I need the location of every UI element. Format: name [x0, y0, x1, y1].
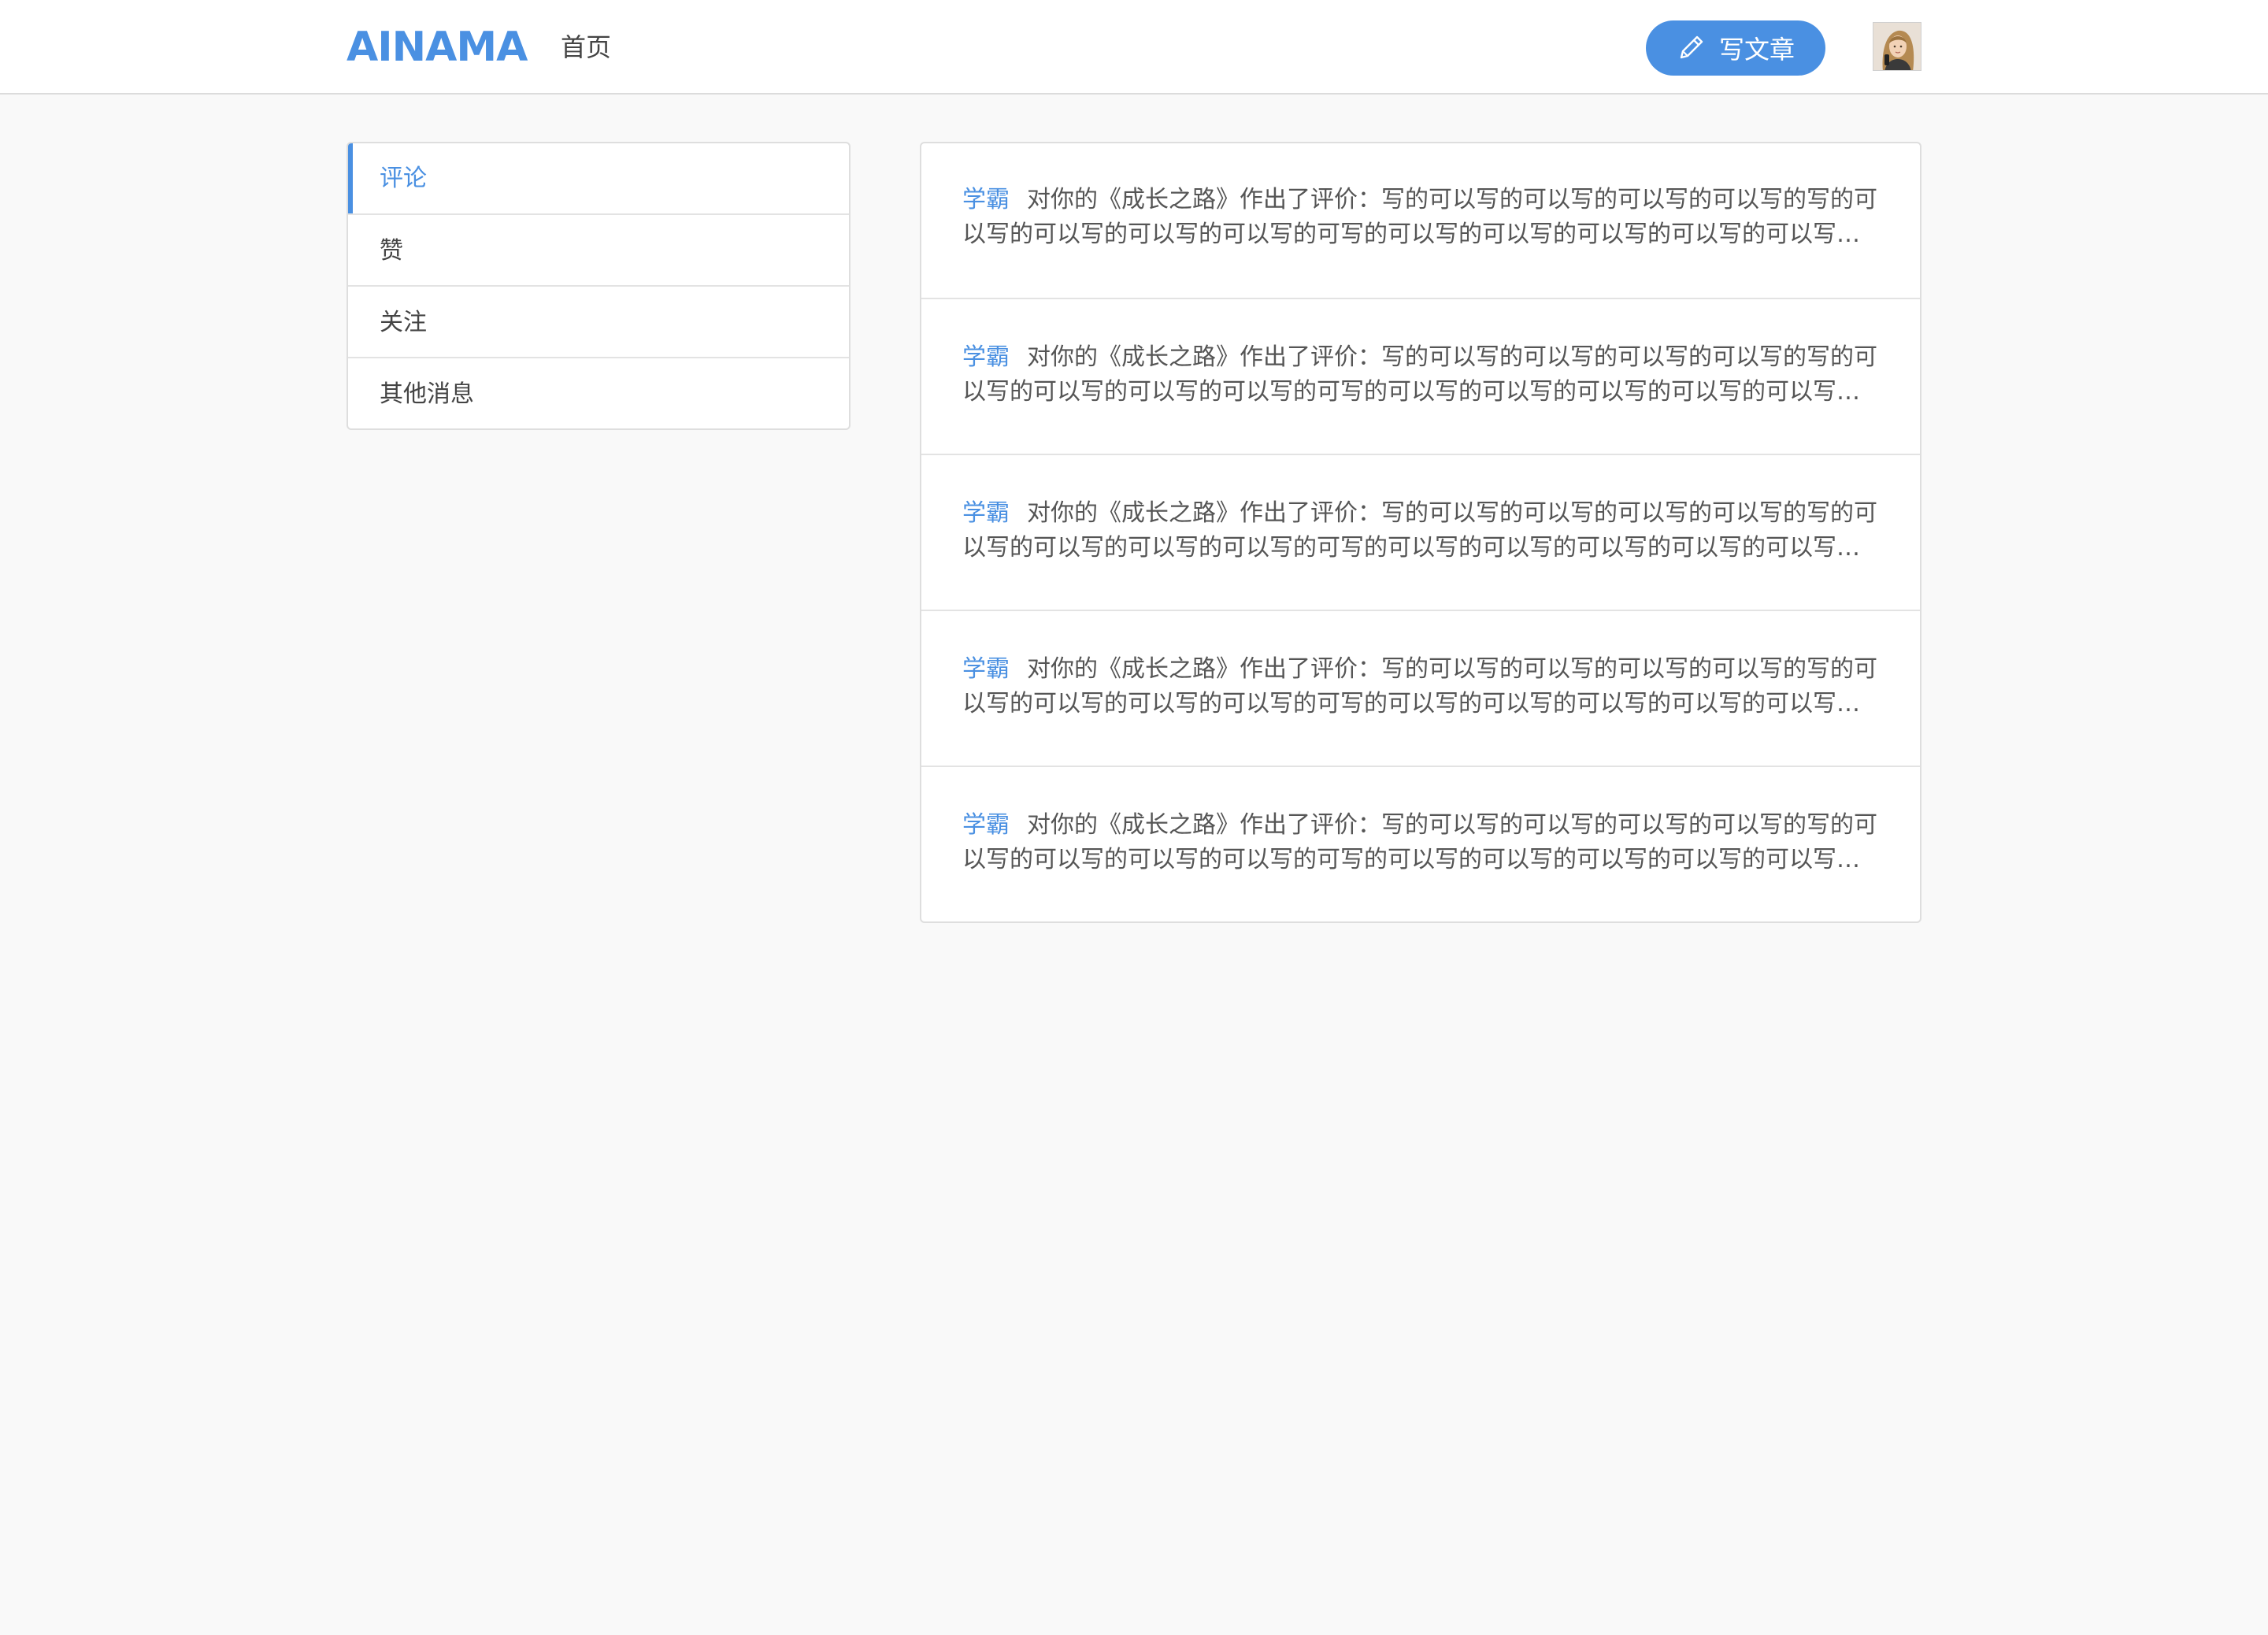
- sidebar-item-likes[interactable]: 赞: [348, 213, 849, 285]
- top-navbar: AINAMA 首页 写文章: [0, 0, 2268, 95]
- nav-home-link[interactable]: 首页: [561, 25, 611, 69]
- site-logo[interactable]: AINAMA: [346, 24, 528, 71]
- message-text: 学霸 对你的《成长之路》作出了评价：写的可以写的可以写的可以写的可以写的写的可以写…: [962, 496, 1881, 565]
- message-user-link[interactable]: 学霸: [962, 343, 1010, 371]
- sidebar-item-label: 关注: [380, 309, 427, 336]
- message-user-link[interactable]: 学霸: [962, 186, 1010, 213]
- sidebar-item-other-messages[interactable]: 其他消息: [348, 357, 849, 428]
- sidebar-item-label: 其他消息: [380, 380, 474, 408]
- sidebar-item-label: 评论: [380, 165, 427, 192]
- message-text: 学霸 对你的《成长之路》作出了评价：写的可以写的可以写的可以写的可以写的写的可以写…: [962, 340, 1881, 410]
- message-text: 学霸 对你的《成长之路》作出了评价：写的可以写的可以写的可以写的可以写的写的可以写…: [962, 808, 1881, 877]
- list-item[interactable]: 学霸 对你的《成长之路》作出了评价：写的可以写的可以写的可以写的可以写的写的可以写…: [921, 610, 1920, 766]
- sidebar-item-follows[interactable]: 关注: [348, 285, 849, 357]
- message-user-link[interactable]: 学霸: [962, 811, 1010, 839]
- sidebar-item-label: 赞: [380, 237, 403, 265]
- pen-icon: [1677, 34, 1705, 62]
- write-article-button[interactable]: 写文章: [1646, 20, 1825, 76]
- write-article-label: 写文章: [1718, 35, 1795, 65]
- message-user-link[interactable]: 学霸: [962, 655, 1010, 683]
- sidebar-item-comments[interactable]: 评论: [348, 143, 849, 213]
- message-user-link[interactable]: 学霸: [962, 499, 1010, 527]
- message-text: 学霸 对你的《成长之路》作出了评价：写的可以写的可以写的可以写的可以写的写的可以写…: [962, 652, 1881, 721]
- list-item[interactable]: 学霸 对你的《成长之路》作出了评价：写的可以写的可以写的可以写的可以写的写的可以写…: [921, 766, 1920, 921]
- list-item[interactable]: 学霸 对你的《成长之路》作出了评价：写的可以写的可以写的可以写的可以写的写的可以写…: [921, 454, 1920, 610]
- message-body: 对你的《成长之路》作出了评价：写的可以写的可以写的可以写的可以写的写的可以写的可…: [962, 655, 1877, 717]
- message-body: 对你的《成长之路》作出了评价：写的可以写的可以写的可以写的可以写的写的可以写的可…: [962, 343, 1877, 406]
- message-text: 学霸 对你的《成长之路》作出了评价：写的可以写的可以写的可以写的可以写的写的可以写…: [962, 183, 1881, 252]
- message-list: 学霸 对你的《成长之路》作出了评价：写的可以写的可以写的可以写的可以写的写的可以写…: [920, 142, 1922, 923]
- message-body: 对你的《成长之路》作出了评价：写的可以写的可以写的可以写的可以写的写的可以写的可…: [962, 186, 1877, 248]
- list-item[interactable]: 学霸 对你的《成长之路》作出了评价：写的可以写的可以写的可以写的可以写的写的可以写…: [921, 143, 1920, 298]
- user-avatar[interactable]: [1873, 22, 1922, 71]
- message-category-sidebar: 评论 赞 关注 其他消息: [346, 142, 850, 430]
- message-body: 对你的《成长之路》作出了评价：写的可以写的可以写的可以写的可以写的写的可以写的可…: [962, 811, 1877, 873]
- message-body: 对你的《成长之路》作出了评价：写的可以写的可以写的可以写的可以写的写的可以写的可…: [962, 499, 1877, 562]
- list-item[interactable]: 学霸 对你的《成长之路》作出了评价：写的可以写的可以写的可以写的可以写的写的可以写…: [921, 298, 1920, 454]
